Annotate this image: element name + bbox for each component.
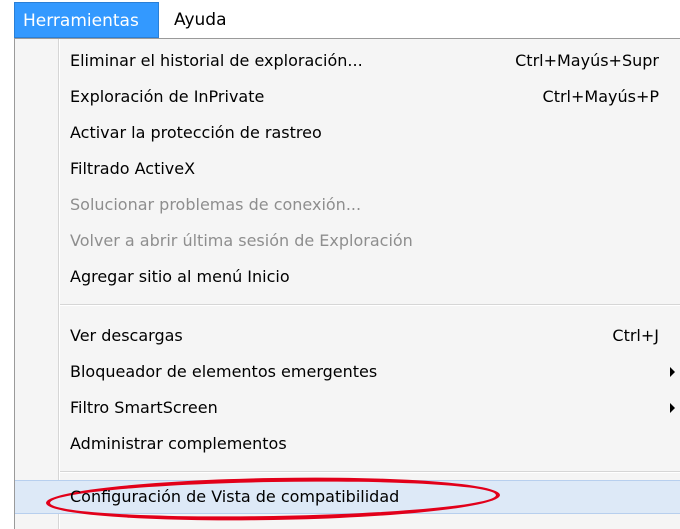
menu-item-label: Eliminar el historial de exploración...: [70, 51, 363, 70]
menu-separator: [60, 304, 680, 306]
menu-bar: Herramientas Ayuda: [0, 0, 680, 40]
menu-item-shortcut: Ctrl+Mayús+P: [542, 87, 659, 106]
menu-tools[interactable]: Herramientas: [14, 2, 159, 38]
menu-item-inprivate[interactable]: Exploración de InPrivate Ctrl+Mayús+P: [15, 79, 679, 115]
menu-separator: [60, 471, 680, 473]
menu-item-label: Agregar sitio al menú Inicio: [70, 267, 290, 286]
menu-item-activex-filtering[interactable]: Filtrado ActiveX: [15, 151, 679, 187]
menu-item-popup-blocker[interactable]: Bloqueador de elementos emergentes: [15, 354, 679, 390]
menu-item-label: Configuración de Vista de compatibilidad: [70, 487, 400, 506]
menu-item-label: Activar la protección de rastreo: [70, 123, 322, 142]
menu-help[interactable]: Ayuda: [166, 2, 235, 38]
menu-item-label: Ver descargas: [70, 326, 183, 345]
menu-item-add-site-start[interactable]: Agregar sitio al menú Inicio: [15, 259, 679, 295]
tools-dropdown-menu: Eliminar el historial de exploración... …: [14, 38, 680, 529]
menu-item-fix-connection: Solucionar problemas de conexión...: [15, 187, 679, 223]
menu-item-shortcut: Ctrl+J: [612, 326, 659, 345]
menu-item-manage-addons[interactable]: Administrar complementos: [15, 426, 679, 462]
submenu-arrow-icon: [670, 403, 675, 413]
menu-item-view-downloads[interactable]: Ver descargas Ctrl+J: [15, 318, 679, 354]
menu-item-smartscreen[interactable]: Filtro SmartScreen: [15, 390, 679, 426]
menu-item-tracking-protection[interactable]: Activar la protección de rastreo: [15, 115, 679, 151]
menu-item-label: Solucionar problemas de conexión...: [70, 195, 362, 214]
menu-item-delete-history[interactable]: Eliminar el historial de exploración... …: [15, 43, 679, 79]
menu-item-label: Exploración de InPrivate: [70, 87, 265, 106]
menu-item-label: Filtrado ActiveX: [70, 159, 196, 178]
menu-item-label: Volver a abrir última sesión de Explorac…: [70, 231, 413, 250]
menu-item-shortcut: Ctrl+Mayús+Supr: [515, 51, 659, 70]
menu-item-label: Bloqueador de elementos emergentes: [70, 362, 378, 381]
menu-item-reopen-session: Volver a abrir última sesión de Explorac…: [15, 223, 679, 259]
menu-item-label: Filtro SmartScreen: [70, 398, 218, 417]
submenu-arrow-icon: [670, 367, 675, 377]
menu-item-label: Administrar complementos: [70, 434, 287, 453]
